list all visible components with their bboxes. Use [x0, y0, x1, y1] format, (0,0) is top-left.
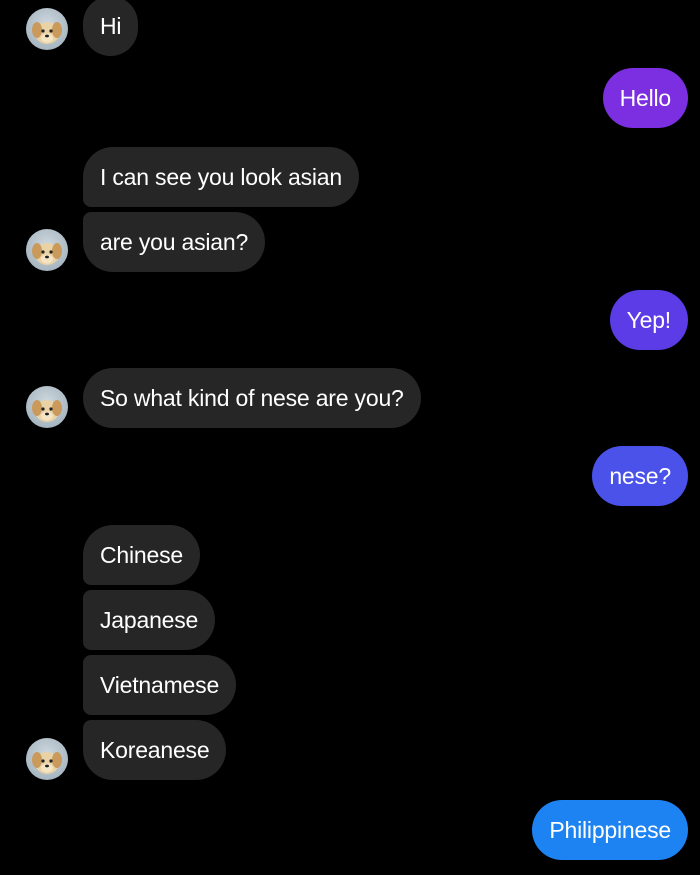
puppy-avatar-icon: [32, 400, 62, 422]
puppy-avatar-icon: [32, 752, 62, 774]
message-bubble-outgoing[interactable]: nese?: [592, 446, 688, 506]
contact-avatar[interactable]: [26, 386, 68, 428]
message-bubble-incoming[interactable]: So what kind of nese are you?: [83, 368, 421, 428]
message-bubble-incoming[interactable]: Koreanese: [83, 720, 227, 780]
message-bubble-incoming[interactable]: Hi: [83, 0, 139, 56]
message-bubble-incoming[interactable]: Vietnamese: [83, 655, 237, 715]
puppy-avatar-icon: [32, 22, 62, 44]
message-bubble-outgoing[interactable]: Yep!: [609, 290, 688, 350]
contact-avatar[interactable]: [26, 738, 68, 780]
message-bubble-outgoing[interactable]: Hello: [602, 68, 688, 128]
puppy-avatar-icon: [32, 243, 62, 265]
message-bubble-incoming[interactable]: Japanese: [83, 590, 216, 650]
contact-avatar[interactable]: [26, 8, 68, 50]
message-bubble-outgoing[interactable]: Philippinese: [532, 800, 688, 860]
contact-avatar[interactable]: [26, 229, 68, 271]
message-bubble-incoming[interactable]: I can see you look asian: [83, 147, 359, 207]
message-bubble-incoming[interactable]: are you asian?: [83, 212, 266, 272]
message-bubble-incoming[interactable]: Chinese: [83, 525, 200, 585]
